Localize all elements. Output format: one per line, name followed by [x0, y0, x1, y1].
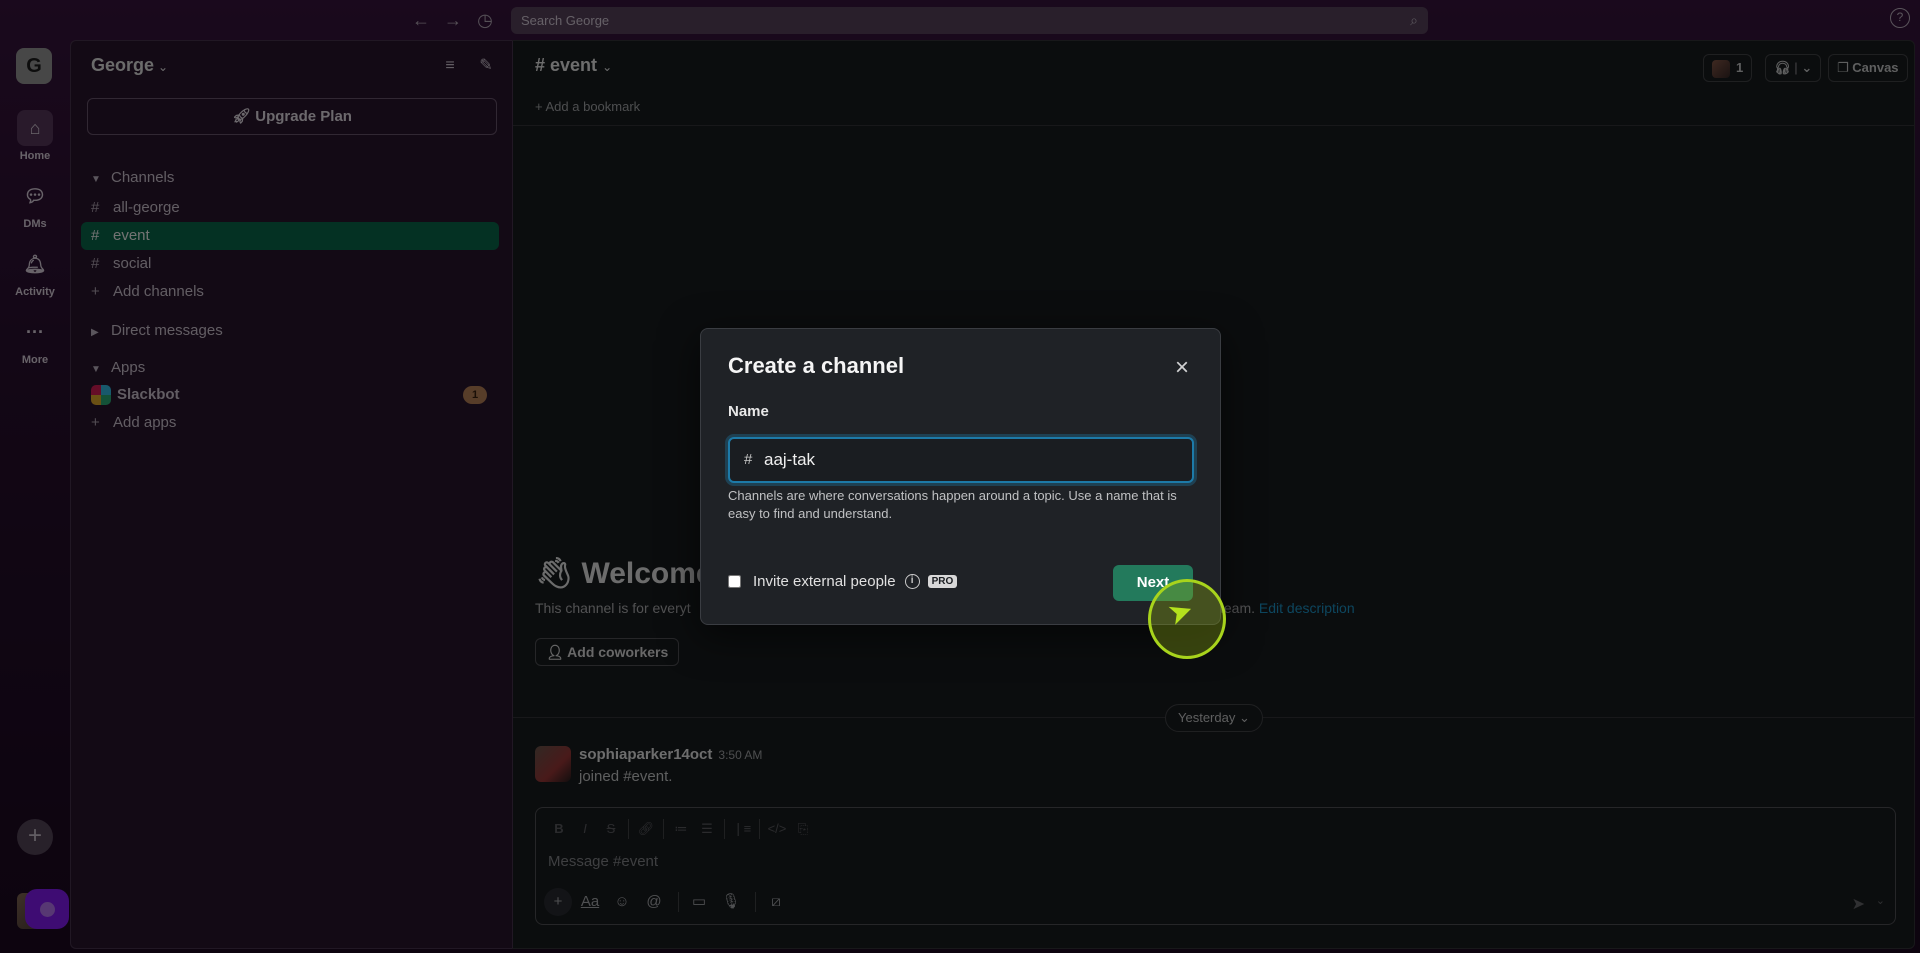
info-icon[interactable]: i: [904, 574, 920, 589]
create-channel-dialog: Create a channel × Name # Channels are w…: [700, 328, 1221, 625]
dialog-title: Create a channel: [728, 353, 905, 378]
channel-name-field[interactable]: #: [728, 437, 1194, 483]
invite-external-row: Invite external people i PRO: [728, 573, 958, 590]
name-help-text: Channels are where conversations happen …: [728, 488, 1177, 521]
close-icon[interactable]: ×: [1171, 356, 1193, 380]
hash-icon: #: [744, 451, 753, 468]
invite-external-checkbox[interactable]: [728, 575, 741, 588]
invite-external-label[interactable]: Invite external people: [753, 573, 896, 590]
channel-name-input[interactable]: [764, 439, 1184, 481]
name-label: Name: [728, 403, 769, 420]
pro-badge: PRO: [927, 575, 958, 588]
